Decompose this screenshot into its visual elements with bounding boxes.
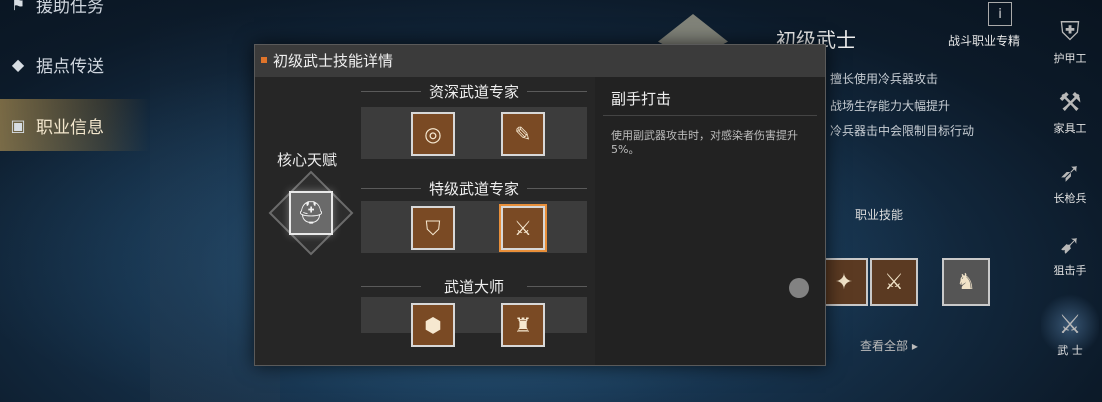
- tier-skill-row: [361, 107, 587, 159]
- target-icon: ◎: [424, 122, 442, 146]
- info-button[interactable]: i: [988, 2, 1012, 26]
- career-feature: 战场生存能力大幅提升: [830, 99, 951, 113]
- tier-name: 武道大师: [443, 278, 504, 296]
- shield-icon: ⛉: [425, 216, 441, 240]
- figure-icon: ♞: [956, 269, 976, 295]
- tier-name: 特级武道专家: [428, 180, 519, 198]
- helmet-icon: ⛑: [297, 200, 325, 226]
- hammer-icon: ⚒: [1058, 88, 1082, 118]
- career-item-warrior[interactable]: ⚔ 武 士: [1041, 292, 1099, 358]
- career-item-label: 家具工: [1053, 122, 1087, 135]
- career-skill-slot[interactable]: ✦: [820, 258, 868, 306]
- sword-icon: ⚔: [884, 269, 904, 295]
- career-skill-slot[interactable]: ♞: [942, 258, 990, 306]
- tier-name: 资深武道专家: [428, 83, 519, 101]
- nav-item-label: 援助任务: [36, 0, 104, 17]
- career-item-sniper[interactable]: ➹ 狙击手: [1041, 212, 1099, 278]
- core-talent-slot[interactable]: ⛑: [289, 191, 333, 235]
- compass-icon: ◆: [11, 54, 25, 74]
- core-talent-label: 核心天赋: [277, 151, 338, 169]
- hexagon-icon: ⬢: [424, 313, 442, 337]
- nav-item-label: 据点传送: [36, 56, 104, 77]
- dialog-header: 初级武士技能详情: [255, 45, 825, 78]
- career-item-spearman[interactable]: ➶ 长枪兵: [1041, 140, 1099, 206]
- nav-item-career-info[interactable]: ▣ 职业信息: [0, 99, 150, 151]
- career-item-label: 狙击手: [1053, 264, 1087, 277]
- career-list: ⛨ 护甲工 ⚒ 家具工 ➶ 长枪兵 ➹ 狙击手 ⚔ 武 士: [1035, 0, 1102, 402]
- view-all-link[interactable]: 查看全部 ▸: [860, 337, 918, 354]
- skill-slot-shield[interactable]: ⛉: [411, 206, 455, 250]
- skill-slot-leg[interactable]: ✎: [501, 112, 545, 156]
- spear-icon: ➶: [1059, 158, 1081, 188]
- tier-skill-row: [361, 297, 587, 333]
- flag-icon: ⚑: [10, 0, 26, 14]
- profile-icon: ▣: [10, 115, 26, 135]
- divider: [603, 115, 817, 116]
- career-item-label: 武 士: [1057, 344, 1083, 357]
- skill-slot-hex-armor[interactable]: ⬢: [411, 303, 455, 347]
- skill-detail-title: 副手打击: [611, 90, 672, 108]
- dagger-icon: ⚔: [514, 216, 532, 240]
- career-item-carpenter[interactable]: ⚒ 家具工: [1041, 70, 1099, 136]
- rifle-icon: ➹: [1059, 230, 1081, 260]
- nav-item-label: 职业信息: [36, 117, 104, 138]
- armor-icon: ⛨: [1060, 17, 1080, 47]
- career-item-label: 长枪兵: [1053, 192, 1087, 205]
- career-subtitle: 战斗职业专精: [947, 34, 1020, 48]
- skill-detail-description: 使用副武器攻击时，对感染者伤害提升5%。: [611, 129, 798, 156]
- beast-icon: ♜: [514, 313, 532, 337]
- skill-icon: ✦: [834, 269, 854, 295]
- blade-icon: ⚔: [1058, 310, 1082, 340]
- title-marker: [261, 57, 267, 63]
- pointer-cursor: [789, 278, 809, 298]
- nav-item-assist-mission[interactable]: ⚑ 援助任务: [0, 0, 150, 30]
- skill-slot-offhand-strike[interactable]: ⚔: [501, 206, 545, 250]
- career-item-label: 护甲工: [1053, 52, 1087, 65]
- career-skills-label: 职业技能: [855, 208, 904, 222]
- skill-slot-beast[interactable]: ♜: [501, 303, 545, 347]
- skill-slot-target[interactable]: ◎: [411, 112, 455, 156]
- career-feature: 冷兵器击中会限制目标行动: [830, 124, 975, 138]
- left-nav: ⚑ 援助任务 ◆ 据点传送 ▣ 职业信息: [0, 0, 160, 402]
- career-skill-slot[interactable]: ⚔: [870, 258, 918, 306]
- skill-detail-panel: 副手打击 使用副武器攻击时，对感染者伤害提升5%。: [595, 77, 825, 365]
- nav-item-teleport[interactable]: ◆ 据点传送: [0, 38, 150, 90]
- career-feature: 擅长使用冷兵器攻击: [830, 72, 939, 86]
- dialog-title: 初级武士技能详情: [273, 52, 394, 70]
- skill-details-dialog: 初级武士技能详情 核心天赋 ⛑ 资深武道专家 ◎ ✎ 特级武道专家 ⛉ ⚔ 武道…: [254, 44, 826, 366]
- leg-icon: ✎: [514, 122, 532, 146]
- tier-skill-row: [361, 201, 587, 253]
- career-item-armorer[interactable]: ⛨ 护甲工: [1041, 0, 1099, 66]
